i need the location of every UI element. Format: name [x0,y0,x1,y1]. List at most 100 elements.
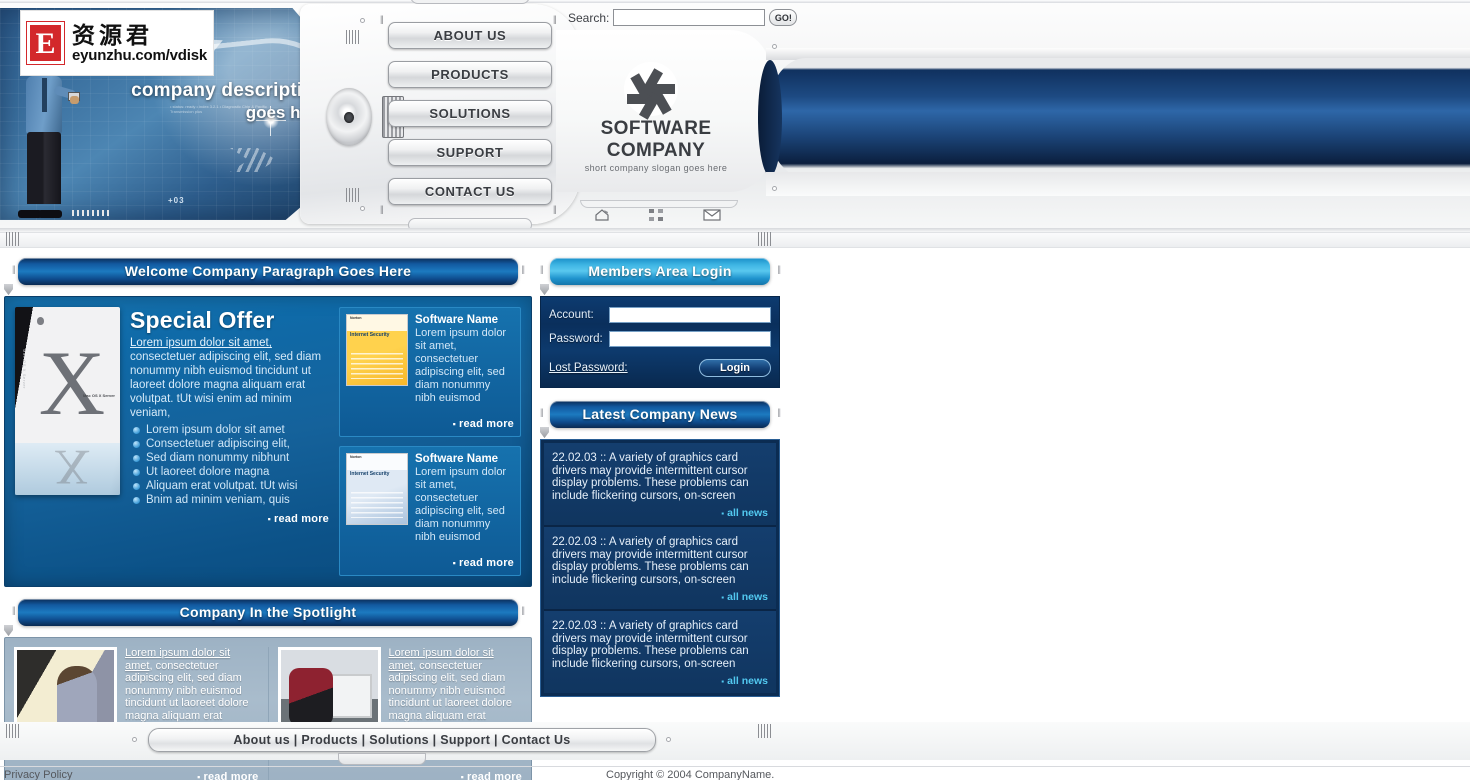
news-text: 22.02.03 :: A variety of graphics card d… [552,620,749,670]
login-button[interactable]: Login [699,359,771,377]
site-logo[interactable]: E 资源君 eyunzhu.com/vdisk [20,10,214,76]
home-icon[interactable] [592,208,612,222]
product-box-image-blue: Norton Internet Security [346,453,408,525]
nav-tick-bottom-right: || [553,204,557,214]
news-item: 22.02.03 :: A variety of graphics card d… [544,443,776,527]
product-box-image-yellow: Norton Internet Security [346,314,408,386]
special-offer-panel: Mac OS X Server X Mac OS X Server X Spec… [4,296,532,587]
spotlight-section-header: || || Company In the Spotlight [4,599,532,626]
figure-shoe-right [38,210,62,218]
product-card-text: Software Name Lorem ipsum dolor sit amet… [415,314,514,405]
product-card: Norton Internet Security Software Name L… [339,307,521,437]
special-offer-lead-link[interactable]: Lorem ipsum dolor sit amet, [130,337,272,349]
product-box-header-band: Norton [347,315,407,331]
banner-dash-decoration [72,210,112,216]
figure-tie [42,78,47,112]
nav-item-contact-us[interactable]: CONTACT US [388,178,552,205]
tube-end-cap [758,60,782,176]
spotlight-read-more[interactable]: read more [278,771,523,780]
footer-ridge-right [758,724,772,738]
product-box-lines [351,353,403,379]
product-read-more[interactable]: read more [346,557,514,569]
boxshot-reflection-glyph: X [53,440,91,496]
all-news-link[interactable]: all news [552,591,768,603]
list-item: Consectetuer adipiscing elit, [130,437,329,451]
account-input[interactable] [609,307,771,323]
spotlight-title: Company In the Spotlight [18,599,518,626]
email-icon[interactable] [702,208,722,222]
product-box-brand: Norton [350,316,362,320]
top-separator-strip [0,232,1470,248]
product-box-lines [351,492,403,518]
ridge-decoration-bottom [346,188,360,202]
news-text: 22.02.03 :: A variety of graphics card d… [552,452,749,502]
special-offer-heading: Special Offer [130,307,275,333]
plate-dot-bottom [360,206,365,211]
product-box-tag: Internet Security [350,332,390,338]
right-column: || || Members Area Login Account: Passwo… [540,258,781,697]
news-item: 22.02.03 :: A variety of graphics card d… [544,527,776,611]
nav-item-support[interactable]: SUPPORT [388,139,552,166]
banner-text: company description goes here [76,80,326,123]
nav-item-solutions[interactable]: SOLUTIONS [388,100,552,127]
welcome-pin-left: || [12,264,16,274]
banner-plus-label: +03 [168,196,185,205]
all-news-link[interactable]: all news [552,675,768,687]
welcome-section-header: || || Welcome Company Paragraph Goes Her… [4,258,532,285]
left-column: || || Welcome Company Paragraph Goes Her… [4,258,532,780]
welcome-pin-right: || [521,264,525,274]
list-item: Bnim ad minim veniam, quis [130,493,329,507]
brand-name: SOFTWARE COMPANY [600,118,712,161]
aperture-icon [624,62,678,120]
logo-cn-text: 资源君 [72,21,154,48]
search-label: Search: [568,10,610,25]
footer-tab-decoration [338,753,426,765]
nav-tick-top-right: || [553,14,557,24]
quick-icons-bar [580,200,738,208]
special-offer-lead: Lorem ipsum dolor sit amet, consectetuer… [130,336,329,420]
quick-icons [592,208,722,222]
lost-password-link[interactable]: Lost Password: [549,362,628,374]
copyright-text: Copyright © 2004 CompanyName. [606,769,775,780]
plate-dot-top [360,18,365,23]
nav-item-about-us[interactable]: ABOUT US [388,22,552,49]
login-footer-row: Lost Password: Login [549,359,771,377]
product-read-more[interactable]: read more [346,418,514,430]
nav-item-products[interactable]: PRODUCTS [388,61,552,88]
sitemap-icon[interactable] [647,208,667,222]
special-offer-read-more[interactable]: read more [130,513,329,525]
product-cards: Norton Internet Security Software Name L… [339,307,521,576]
welcome-title: Welcome Company Paragraph Goes Here [18,258,518,285]
banner-micro-text: • status: ready • index 3.2.1 • Diagnost… [170,104,267,114]
product-box-tag: Internet Security [350,471,390,477]
special-offer-bullet-list: Lorem ipsum dolor sit amet Consectetuer … [130,423,329,507]
boxshot-apple-icon [37,317,44,325]
product-card: Norton Internet Security Software Name L… [339,446,521,576]
news-title: Latest Company News [550,401,770,428]
login-title: Members Area Login [550,258,770,285]
product-description: Lorem ipsum dolor sit amet, consectetuer… [415,327,507,404]
product-box-brand: Norton [350,455,362,459]
news-pin-left: || [540,407,544,417]
figure-legs [27,132,61,204]
disc-decoration [326,88,372,146]
strip-ridge-left [6,232,20,246]
logo-mark: E [27,22,65,64]
special-offer-lead-rest: consectetuer adipiscing elit, sed diam n… [130,351,322,419]
search-input[interactable] [613,9,766,26]
businessman-illustration [14,56,80,218]
all-news-link[interactable]: all news [552,507,768,519]
footer-dot-right [666,737,671,742]
header-top-line [0,0,1470,3]
news-section-header: || || Latest Company News [540,401,781,428]
spotlight-pin-left: || [12,605,16,615]
privacy-policy-link[interactable]: Privacy Policy [4,769,72,780]
spotlight-pin-right: || [521,605,525,615]
search-go-button[interactable]: GO! [769,9,798,26]
password-input[interactable] [609,331,771,347]
nav-top-tab [410,0,530,4]
password-label: Password: [549,333,603,345]
news-pin-right: || [777,407,781,417]
footer-dot-left [132,737,137,742]
footer-nav[interactable]: About us | Products | Solutions | Suppor… [148,728,656,752]
